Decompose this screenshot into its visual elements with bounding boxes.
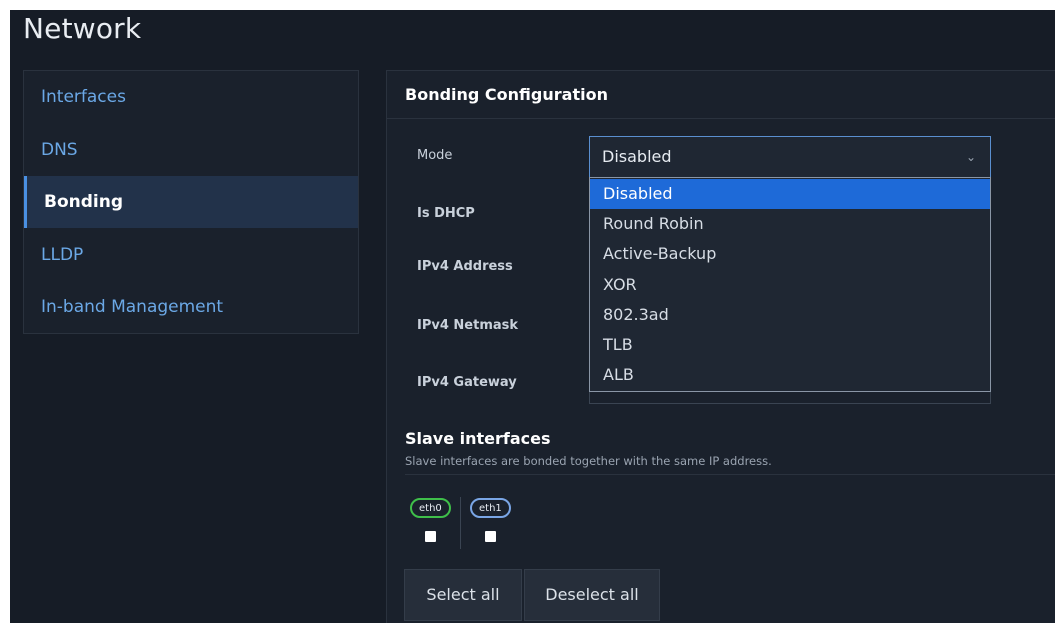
interface-checkbox-eth0[interactable] [424,531,436,542]
ipv4-gateway-label: IPv4 Gateway [417,375,517,390]
page-title: Network [23,12,142,45]
panel-title: Bonding Configuration [387,71,1055,119]
bonding-panel: Bonding Configuration Mode Is DHCP IPv4 … [386,70,1055,623]
interface-badge-eth0: eth0 [410,498,451,518]
sidebar-item-bonding[interactable]: Bonding [24,176,358,228]
app-window: Network Interfaces DNS Bonding LLDP In-b… [10,10,1055,623]
ipv4-netmask-label: IPv4 Netmask [417,318,519,333]
ipv4-gateway-field[interactable] [589,392,991,404]
select-all-button[interactable]: Select all [404,569,522,621]
interface-badge-eth1: eth1 [470,498,511,518]
chevron-down-icon: ⌄ [965,150,976,164]
sidebar-item-in-band-management[interactable]: In-band Management [24,281,358,333]
interface-eth1: eth1 [470,498,511,542]
mode-option-tlb[interactable]: TLB [590,330,990,360]
mode-label: Mode [417,148,453,163]
interface-separator [460,497,461,549]
interface-checkbox-eth1[interactable] [484,531,496,542]
mode-option-802-3ad[interactable]: 802.3ad [590,300,990,330]
mode-select-value: Disabled [602,147,672,166]
interface-eth0: eth0 [410,498,451,542]
sidebar: Interfaces DNS Bonding LLDP In-band Mana… [23,70,359,334]
mode-dropdown-list: Disabled Round Robin Active-Backup XOR 8… [589,177,991,392]
sidebar-item-lldp[interactable]: LLDP [24,229,358,281]
mode-option-xor[interactable]: XOR [590,270,990,300]
sidebar-item-interfaces[interactable]: Interfaces [24,71,358,123]
mode-option-disabled[interactable]: Disabled [590,179,990,210]
mode-select[interactable]: Disabled ⌄ [589,136,991,178]
sidebar-item-dns[interactable]: DNS [24,124,358,176]
slave-interfaces-description: Slave interfaces are bonded together wit… [405,454,772,468]
is-dhcp-label: Is DHCP [417,206,475,221]
ipv4-address-label: IPv4 Address [417,259,513,274]
mode-option-round-robin[interactable]: Round Robin [590,209,990,239]
deselect-all-button[interactable]: Deselect all [524,569,660,621]
section-divider [405,474,1055,475]
mode-option-active-backup[interactable]: Active-Backup [590,239,990,269]
mode-option-alb[interactable]: ALB [590,360,990,390]
slave-interfaces-title: Slave interfaces [405,429,551,448]
